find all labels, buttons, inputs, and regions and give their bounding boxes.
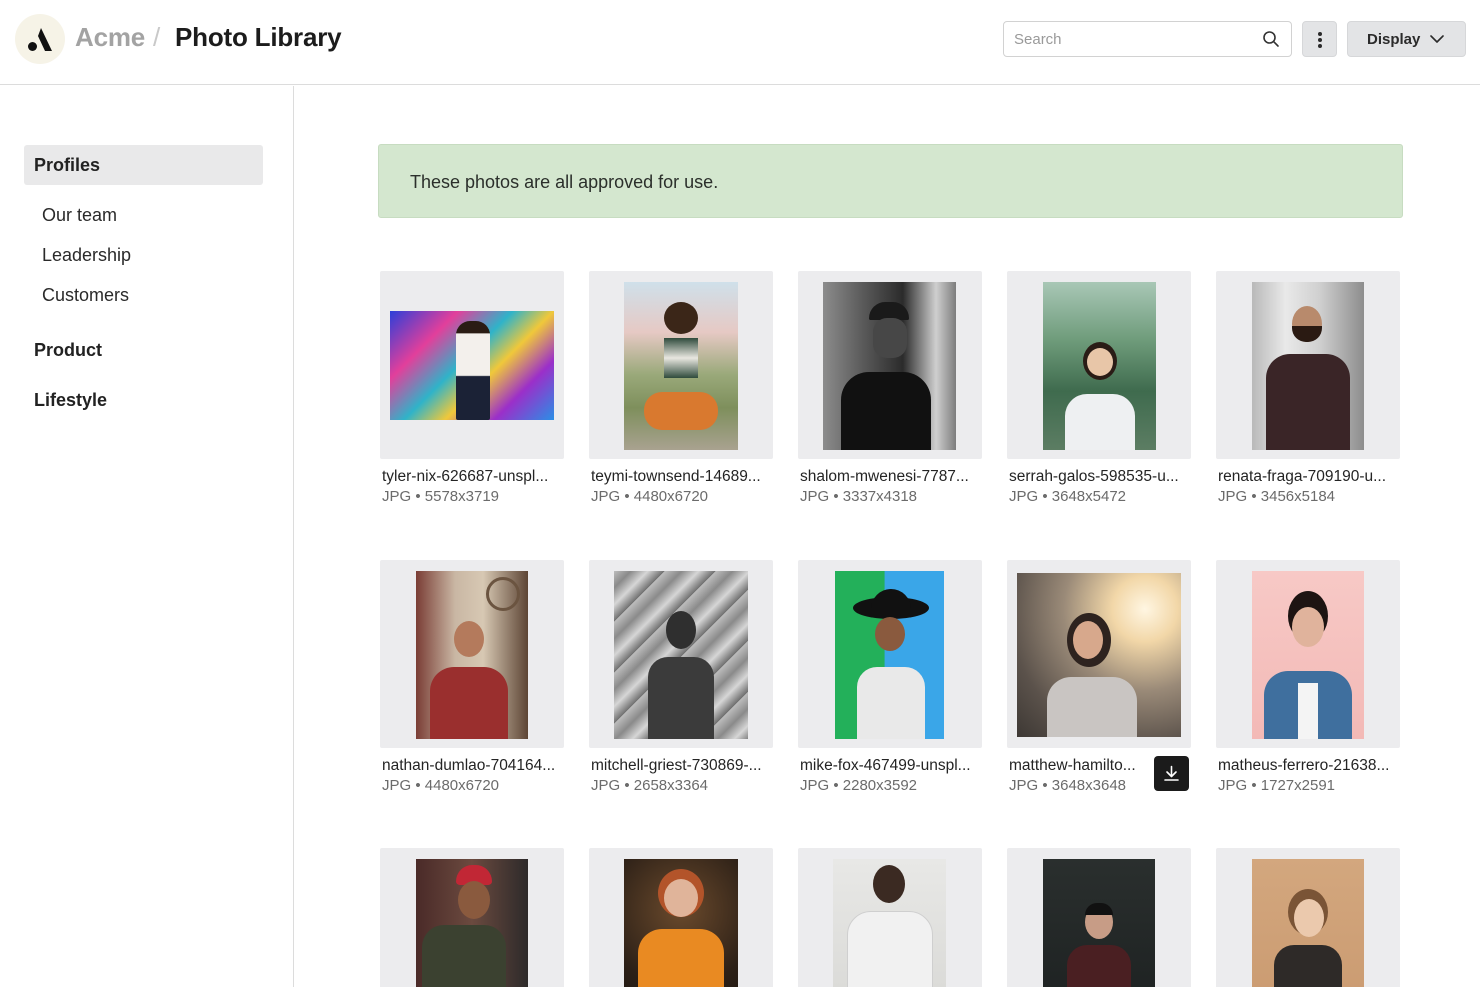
photo-filename: mike-fox-467499-unspl... [800, 757, 971, 774]
photo-filename: matheus-ferrero-21638... [1218, 757, 1390, 774]
photo-info: JPG • 3337x4318 [800, 488, 917, 505]
sidebar-item-label: Lifestyle [34, 390, 108, 410]
sidebar-item-label: Our team [42, 205, 118, 225]
display-label: Display [1367, 31, 1421, 48]
photo-filename: shalom-mwenesi-7787... [800, 468, 969, 485]
photo-filename: matthew-hamilto... [1009, 757, 1136, 774]
photo-info: JPG • 1727x2591 [1218, 777, 1335, 794]
photo-thumbnail[interactable] [1007, 271, 1191, 459]
photo-thumbnail[interactable] [798, 271, 982, 459]
search-input[interactable] [1014, 22, 1254, 56]
photo-image [1043, 282, 1156, 450]
acme-logo-icon[interactable] [15, 14, 65, 64]
sidebar: Profiles Our team Leadership Customers P… [0, 86, 294, 987]
page-title: Photo Library [175, 22, 342, 52]
sidebar-item-label: Leadership [42, 245, 132, 265]
photo-thumbnail[interactable] [589, 848, 773, 987]
photo-image [416, 859, 528, 987]
photo-thumbnail[interactable] [1216, 848, 1400, 987]
search-box[interactable] [1003, 21, 1292, 57]
banner-message: These photos are all approved for use. [410, 172, 719, 192]
sidebar-item-profiles[interactable]: Profiles [24, 145, 263, 185]
download-icon [1164, 765, 1179, 781]
photo-image [835, 571, 944, 739]
photo-info: JPG • 3648x3648 [1009, 777, 1126, 794]
photo-thumbnail[interactable] [380, 271, 564, 459]
photo-image [614, 571, 748, 739]
photo-thumbnail[interactable] [1007, 560, 1191, 748]
photo-thumbnail[interactable] [1007, 848, 1191, 987]
photo-filename: renata-fraga-709190-u... [1218, 468, 1387, 485]
photo-image [1252, 859, 1364, 987]
photo-info: JPG • 2658x3364 [591, 777, 708, 794]
photo-thumbnail[interactable] [380, 560, 564, 748]
download-button[interactable] [1154, 756, 1189, 791]
more-vertical-icon [1318, 32, 1322, 36]
photo-thumbnail[interactable] [798, 848, 982, 987]
display-dropdown-button[interactable]: Display [1347, 21, 1466, 57]
photo-image [1252, 282, 1364, 450]
app-header: Acme / Photo Library Display [0, 0, 1480, 85]
photo-image [416, 571, 528, 739]
sidebar-item-label: Product [34, 340, 103, 360]
chevron-down-icon [1430, 35, 1444, 43]
photo-image [1017, 573, 1181, 737]
sidebar-item-leadership[interactable]: Leadership [24, 235, 263, 275]
photo-info: JPG • 3648x5472 [1009, 488, 1126, 505]
photo-filename: nathan-dumlao-704164... [382, 757, 556, 774]
photo-filename: tyler-nix-626687-unspl... [382, 468, 549, 485]
photo-image [624, 282, 738, 450]
photo-thumbnail[interactable] [589, 560, 773, 748]
photo-image [833, 859, 946, 987]
photo-info: JPG • 4480x6720 [591, 488, 708, 505]
photo-image [823, 282, 956, 450]
photo-info: JPG • 5578x3719 [382, 488, 499, 505]
photo-thumbnail[interactable] [380, 848, 564, 987]
photo-thumbnail[interactable] [1216, 271, 1400, 459]
photo-image [390, 311, 554, 420]
search-icon[interactable] [1262, 30, 1280, 53]
photo-thumbnail[interactable] [1216, 560, 1400, 748]
sidebar-item-label: Customers [42, 285, 130, 305]
sidebar-item-lifestyle[interactable]: Lifestyle [24, 380, 263, 420]
breadcrumb-separator: / [153, 22, 161, 52]
sidebar-item-product[interactable]: Product [24, 330, 263, 370]
photo-info: JPG • 4480x6720 [382, 777, 499, 794]
approval-banner: These photos are all approved for use. [378, 144, 1403, 218]
photo-image [1043, 859, 1155, 987]
photo-filename: mitchell-griest-730869-... [591, 757, 762, 774]
photo-info: JPG • 3456x5184 [1218, 488, 1335, 505]
photo-thumbnail[interactable] [798, 560, 982, 748]
photo-image [624, 859, 738, 987]
more-options-button[interactable] [1302, 21, 1337, 57]
photo-info: JPG • 2280x3592 [800, 777, 917, 794]
photo-filename: teymi-townsend-14689... [591, 468, 761, 485]
sidebar-item-label: Profiles [34, 155, 101, 175]
photo-filename: serrah-galos-598535-u... [1009, 468, 1179, 485]
sidebar-item-customers[interactable]: Customers [24, 275, 263, 315]
breadcrumb-brand[interactable]: Acme [75, 22, 145, 53]
photo-thumbnail[interactable] [589, 271, 773, 459]
photo-image [1252, 571, 1364, 739]
sidebar-item-our-team[interactable]: Our team [24, 195, 263, 235]
